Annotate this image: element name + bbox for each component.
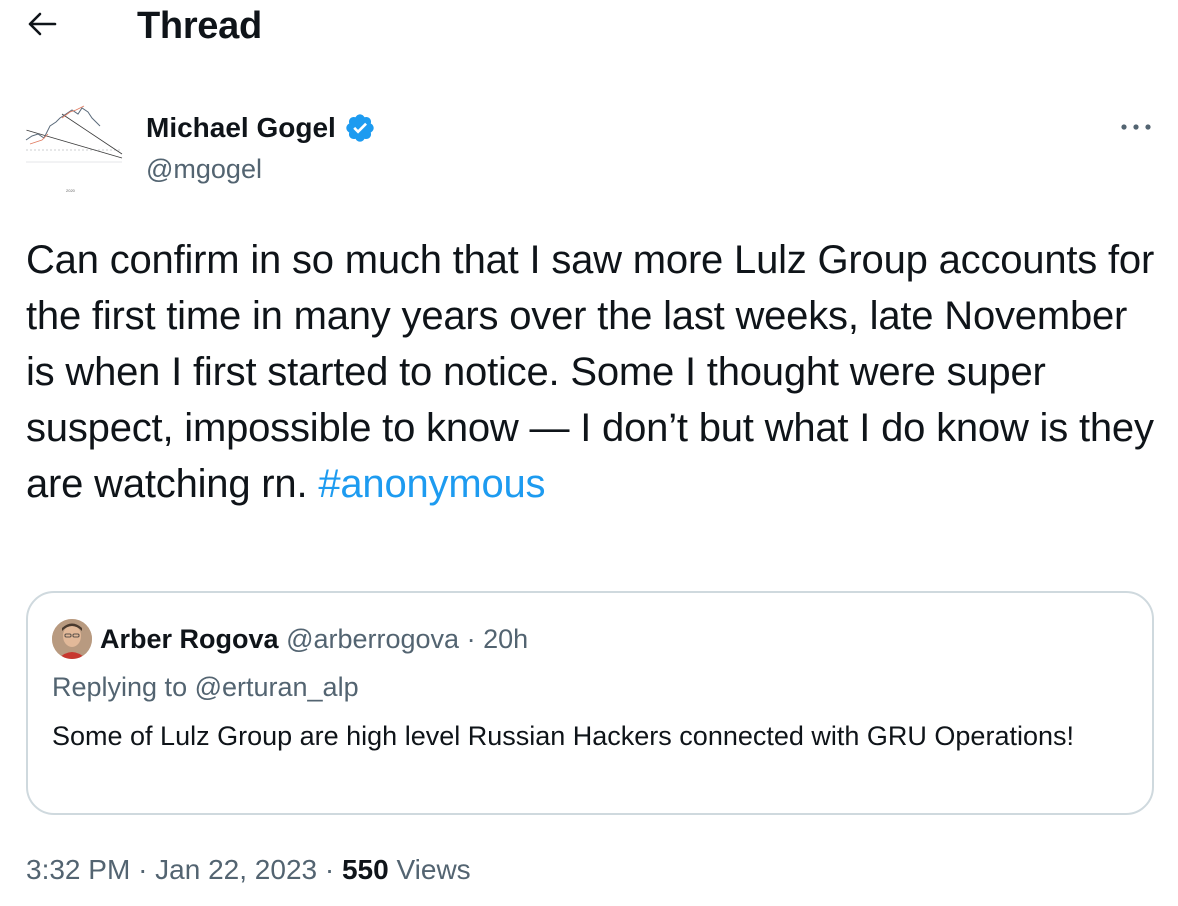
meta-separator: ·	[324, 854, 335, 885]
hashtag-link[interactable]: #anonymous	[318, 462, 545, 506]
thread-page: Thread 2020 Michael Gogel @mgogel Can co…	[0, 0, 1178, 906]
author-avatar[interactable]: 2020	[22, 100, 124, 202]
quote-author-handle[interactable]: @arberrogova	[286, 624, 459, 654]
views-count: 550	[341, 854, 389, 885]
quote-time[interactable]: 20h	[483, 624, 528, 654]
views-label[interactable]: Views	[396, 854, 470, 885]
quote-replying-to: Replying to @erturan_alp	[52, 672, 359, 702]
tweet-time[interactable]: 3:32 PM	[26, 854, 130, 885]
back-button[interactable]	[22, 6, 62, 46]
avatar-label: 2020	[66, 188, 76, 193]
quote-author-name[interactable]: Arber Rogova	[100, 624, 279, 654]
tweet-meta: 3:32 PM · Jan 22, 2023 · 550 Views	[26, 852, 471, 888]
author-name-row: Michael Gogel	[146, 110, 376, 146]
page-title: Thread	[137, 5, 262, 47]
verified-badge-icon	[344, 112, 376, 144]
quote-author-avatar[interactable]	[52, 619, 92, 659]
tweet-text: Can confirm in so much that I saw more L…	[26, 232, 1166, 512]
quote-separator: ·	[466, 624, 476, 654]
tweet-date[interactable]: Jan 22, 2023	[155, 854, 317, 885]
quote-tweet-card[interactable]: Arber Rogova @arberrogova · 20h Replying…	[26, 591, 1154, 815]
author-handle[interactable]: @mgogel	[146, 152, 262, 186]
meta-separator: ·	[138, 854, 148, 885]
tweet-body: Can confirm in so much that I saw more L…	[26, 238, 1155, 506]
quote-text: Some of Lulz Group are high level Russia…	[52, 721, 1074, 751]
thread-header: Thread	[0, 0, 1178, 54]
arrow-left-icon	[27, 11, 57, 42]
quote-header: Arber Rogova @arberrogova · 20h	[100, 621, 528, 657]
more-button[interactable]	[1116, 112, 1156, 144]
more-horizontal-icon	[1120, 119, 1152, 137]
author-name[interactable]: Michael Gogel	[146, 110, 336, 146]
